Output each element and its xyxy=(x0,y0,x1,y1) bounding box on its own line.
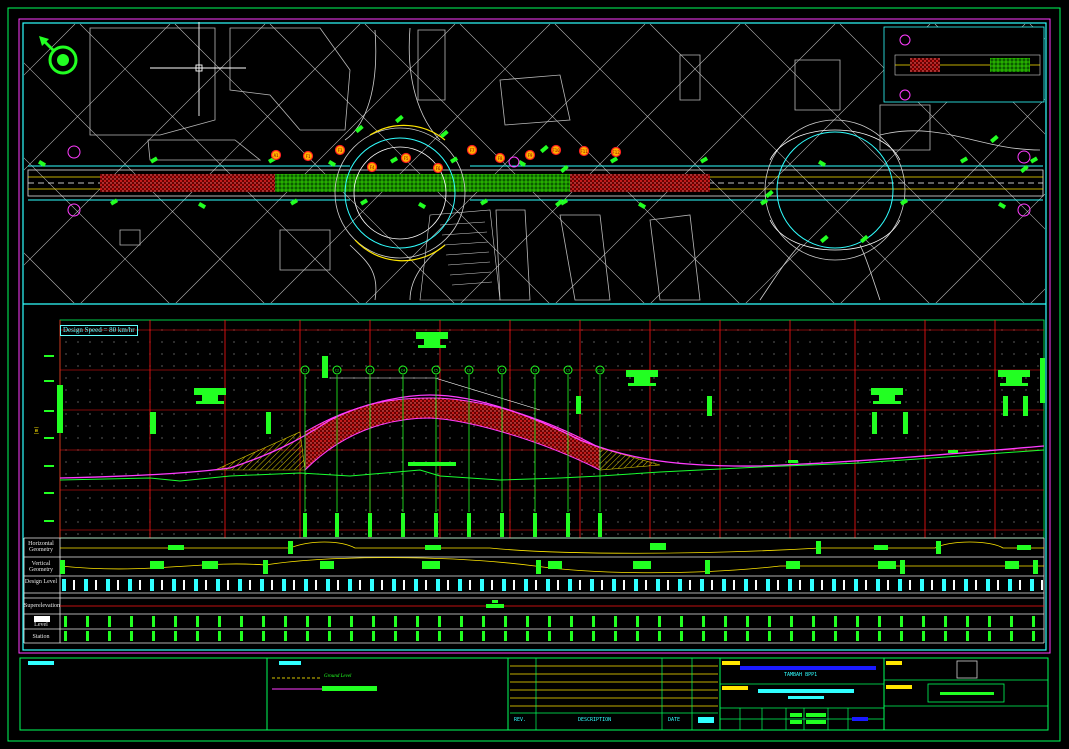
longitudinal-profile[interactable]: C1 C2 C3 C4 C5 C6 C7 C8 C9 C10 xyxy=(44,319,1045,539)
station-label: F11 xyxy=(580,149,588,154)
row-label-design: Design Level xyxy=(24,579,58,585)
profile-marker-label: C9 xyxy=(566,369,570,373)
section-marker xyxy=(610,156,619,164)
row-label-super: Superelevation xyxy=(24,603,60,609)
section-marker xyxy=(998,202,1007,209)
station-label: F3 xyxy=(338,148,343,153)
profile-marker-label: C7 xyxy=(500,369,504,373)
profile-marker-label: C10 xyxy=(597,369,603,373)
rev-no-header: REV. xyxy=(514,717,527,723)
station-label: F10 xyxy=(552,148,560,153)
legend-ground-label: Ground Level xyxy=(324,674,352,679)
section-marker xyxy=(150,156,159,164)
row-label-vertical: Vertical Geometry xyxy=(29,561,53,573)
profile-marker-label: C8 xyxy=(533,369,537,373)
profile-marker-label: C4 xyxy=(401,369,405,373)
drawing-canvas[interactable]: A1 F1 F3 F4 F5 F6 F7 F8 F9 F10 F11 F12 C1 C2 C3 … xyxy=(0,0,1069,749)
station-label: F12 xyxy=(612,150,620,155)
rev-date-header: DATE xyxy=(668,717,681,723)
rev-desc-header: DESCRIPTION xyxy=(578,717,612,723)
station-label: F8 xyxy=(498,156,503,161)
roundabout-east[interactable] xyxy=(759,119,1041,301)
key-plan-inset[interactable] xyxy=(883,26,1045,103)
station-label: F1 xyxy=(306,154,311,159)
row-label-station: Station xyxy=(32,634,50,640)
station-label: F9 xyxy=(528,153,533,158)
section-marker xyxy=(110,198,119,206)
row-label-level: Level xyxy=(34,622,48,628)
row-label-horizontal: Horizontal Geometry xyxy=(28,541,54,553)
project-title: TAMBAH BPP1 xyxy=(784,672,818,678)
section-marker xyxy=(1030,156,1039,164)
profile-marker-label: C6 xyxy=(467,369,471,373)
station-label: F6 xyxy=(436,166,441,171)
station-label: F5 xyxy=(404,156,409,161)
axis-unit-label: (m) xyxy=(34,425,41,436)
crosshair-cursor-icon xyxy=(150,22,246,116)
title-block xyxy=(19,657,1049,731)
station-label: A1 xyxy=(274,153,279,158)
profile-marker-label: C1 xyxy=(303,369,307,373)
section-marker xyxy=(360,198,369,206)
section-marker xyxy=(390,156,399,164)
section-marker xyxy=(960,156,969,164)
section-marker xyxy=(290,198,299,206)
section-marker xyxy=(418,202,427,209)
section-marker xyxy=(198,202,207,209)
profile-marker-label: C2 xyxy=(335,369,339,373)
roundabout-west[interactable] xyxy=(334,27,466,301)
station-label: F7 xyxy=(470,148,475,153)
plan-view[interactable]: A1 F1 F3 F4 F5 F6 F7 F8 F9 F10 F11 F12 xyxy=(0,24,1069,304)
profile-marker-label: C3 xyxy=(368,369,372,373)
section-marker xyxy=(480,198,489,206)
station-label: F4 xyxy=(370,165,375,170)
profile-data-table xyxy=(23,537,1045,644)
profile-marker-label: C5 xyxy=(434,369,438,373)
design-speed-label: Design Speed = 80 km/hr xyxy=(60,325,138,336)
